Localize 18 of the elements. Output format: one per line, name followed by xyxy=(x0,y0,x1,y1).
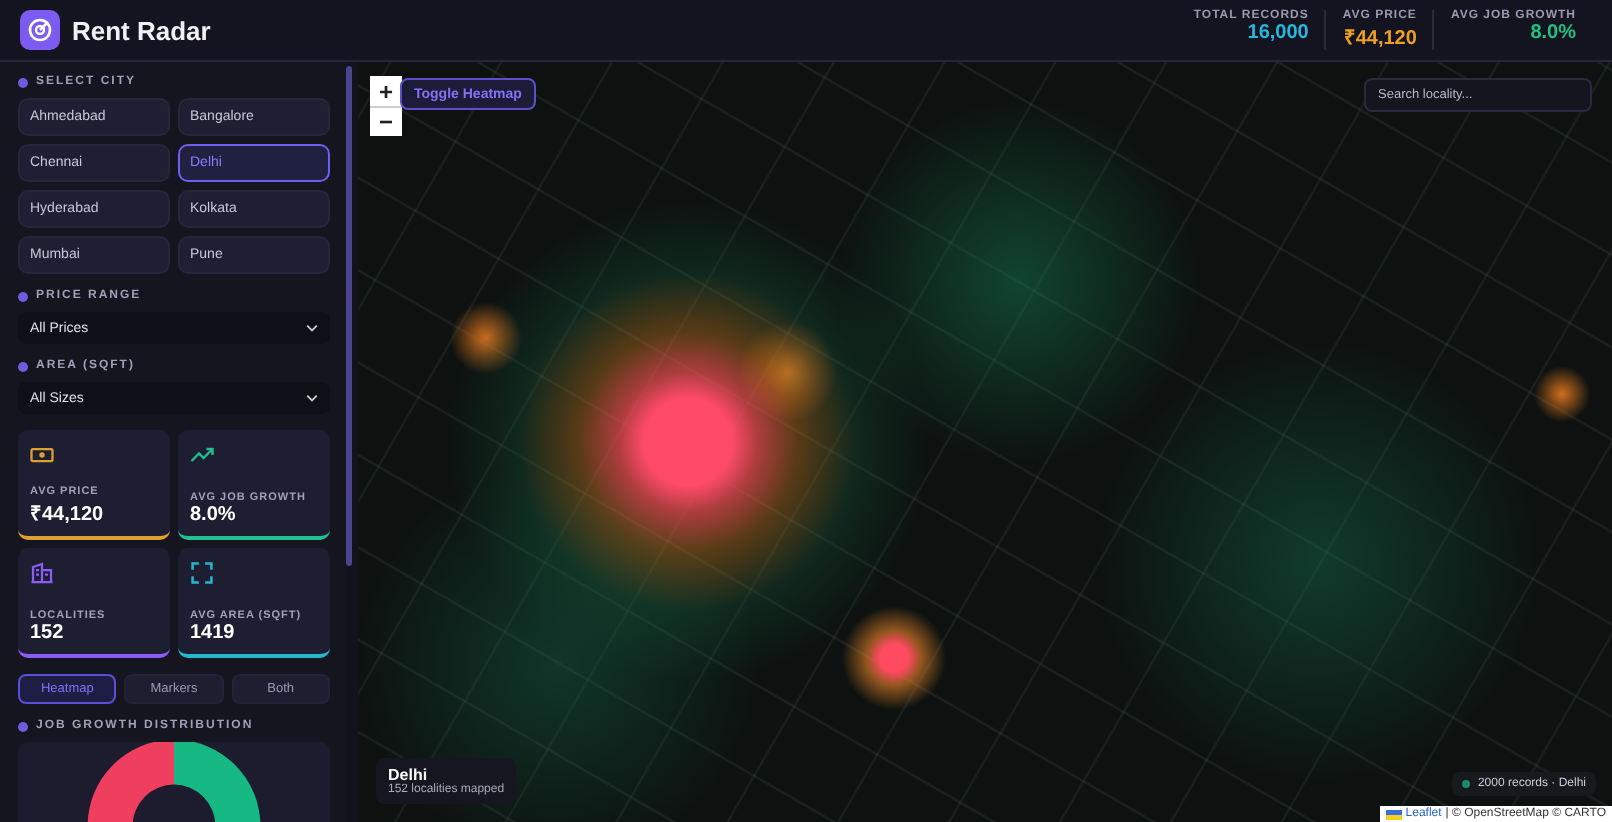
chevron-down-icon xyxy=(306,324,318,332)
building-icon xyxy=(30,562,54,584)
stat-value: ₹44,120 xyxy=(1343,26,1417,50)
chevron-down-icon xyxy=(306,394,318,402)
stat-value: 16,000 xyxy=(1247,22,1309,44)
card-value: 1419 xyxy=(190,622,237,644)
frame-corners-icon xyxy=(190,562,214,584)
flag-icon xyxy=(1385,809,1402,819)
app-title: Rent Radar xyxy=(72,15,211,45)
card-value: ₹44,120 xyxy=(30,502,106,526)
card-value: 152 xyxy=(30,622,66,644)
banknote-icon xyxy=(30,444,54,466)
radar-logo-icon xyxy=(20,10,60,50)
zoom-out-button[interactable]: − xyxy=(370,106,402,136)
card-value: 8.0% xyxy=(190,504,238,526)
city-name: Delhi xyxy=(388,766,428,784)
stat-value: 8.0% xyxy=(1530,22,1576,44)
trending-up-icon xyxy=(190,444,214,466)
